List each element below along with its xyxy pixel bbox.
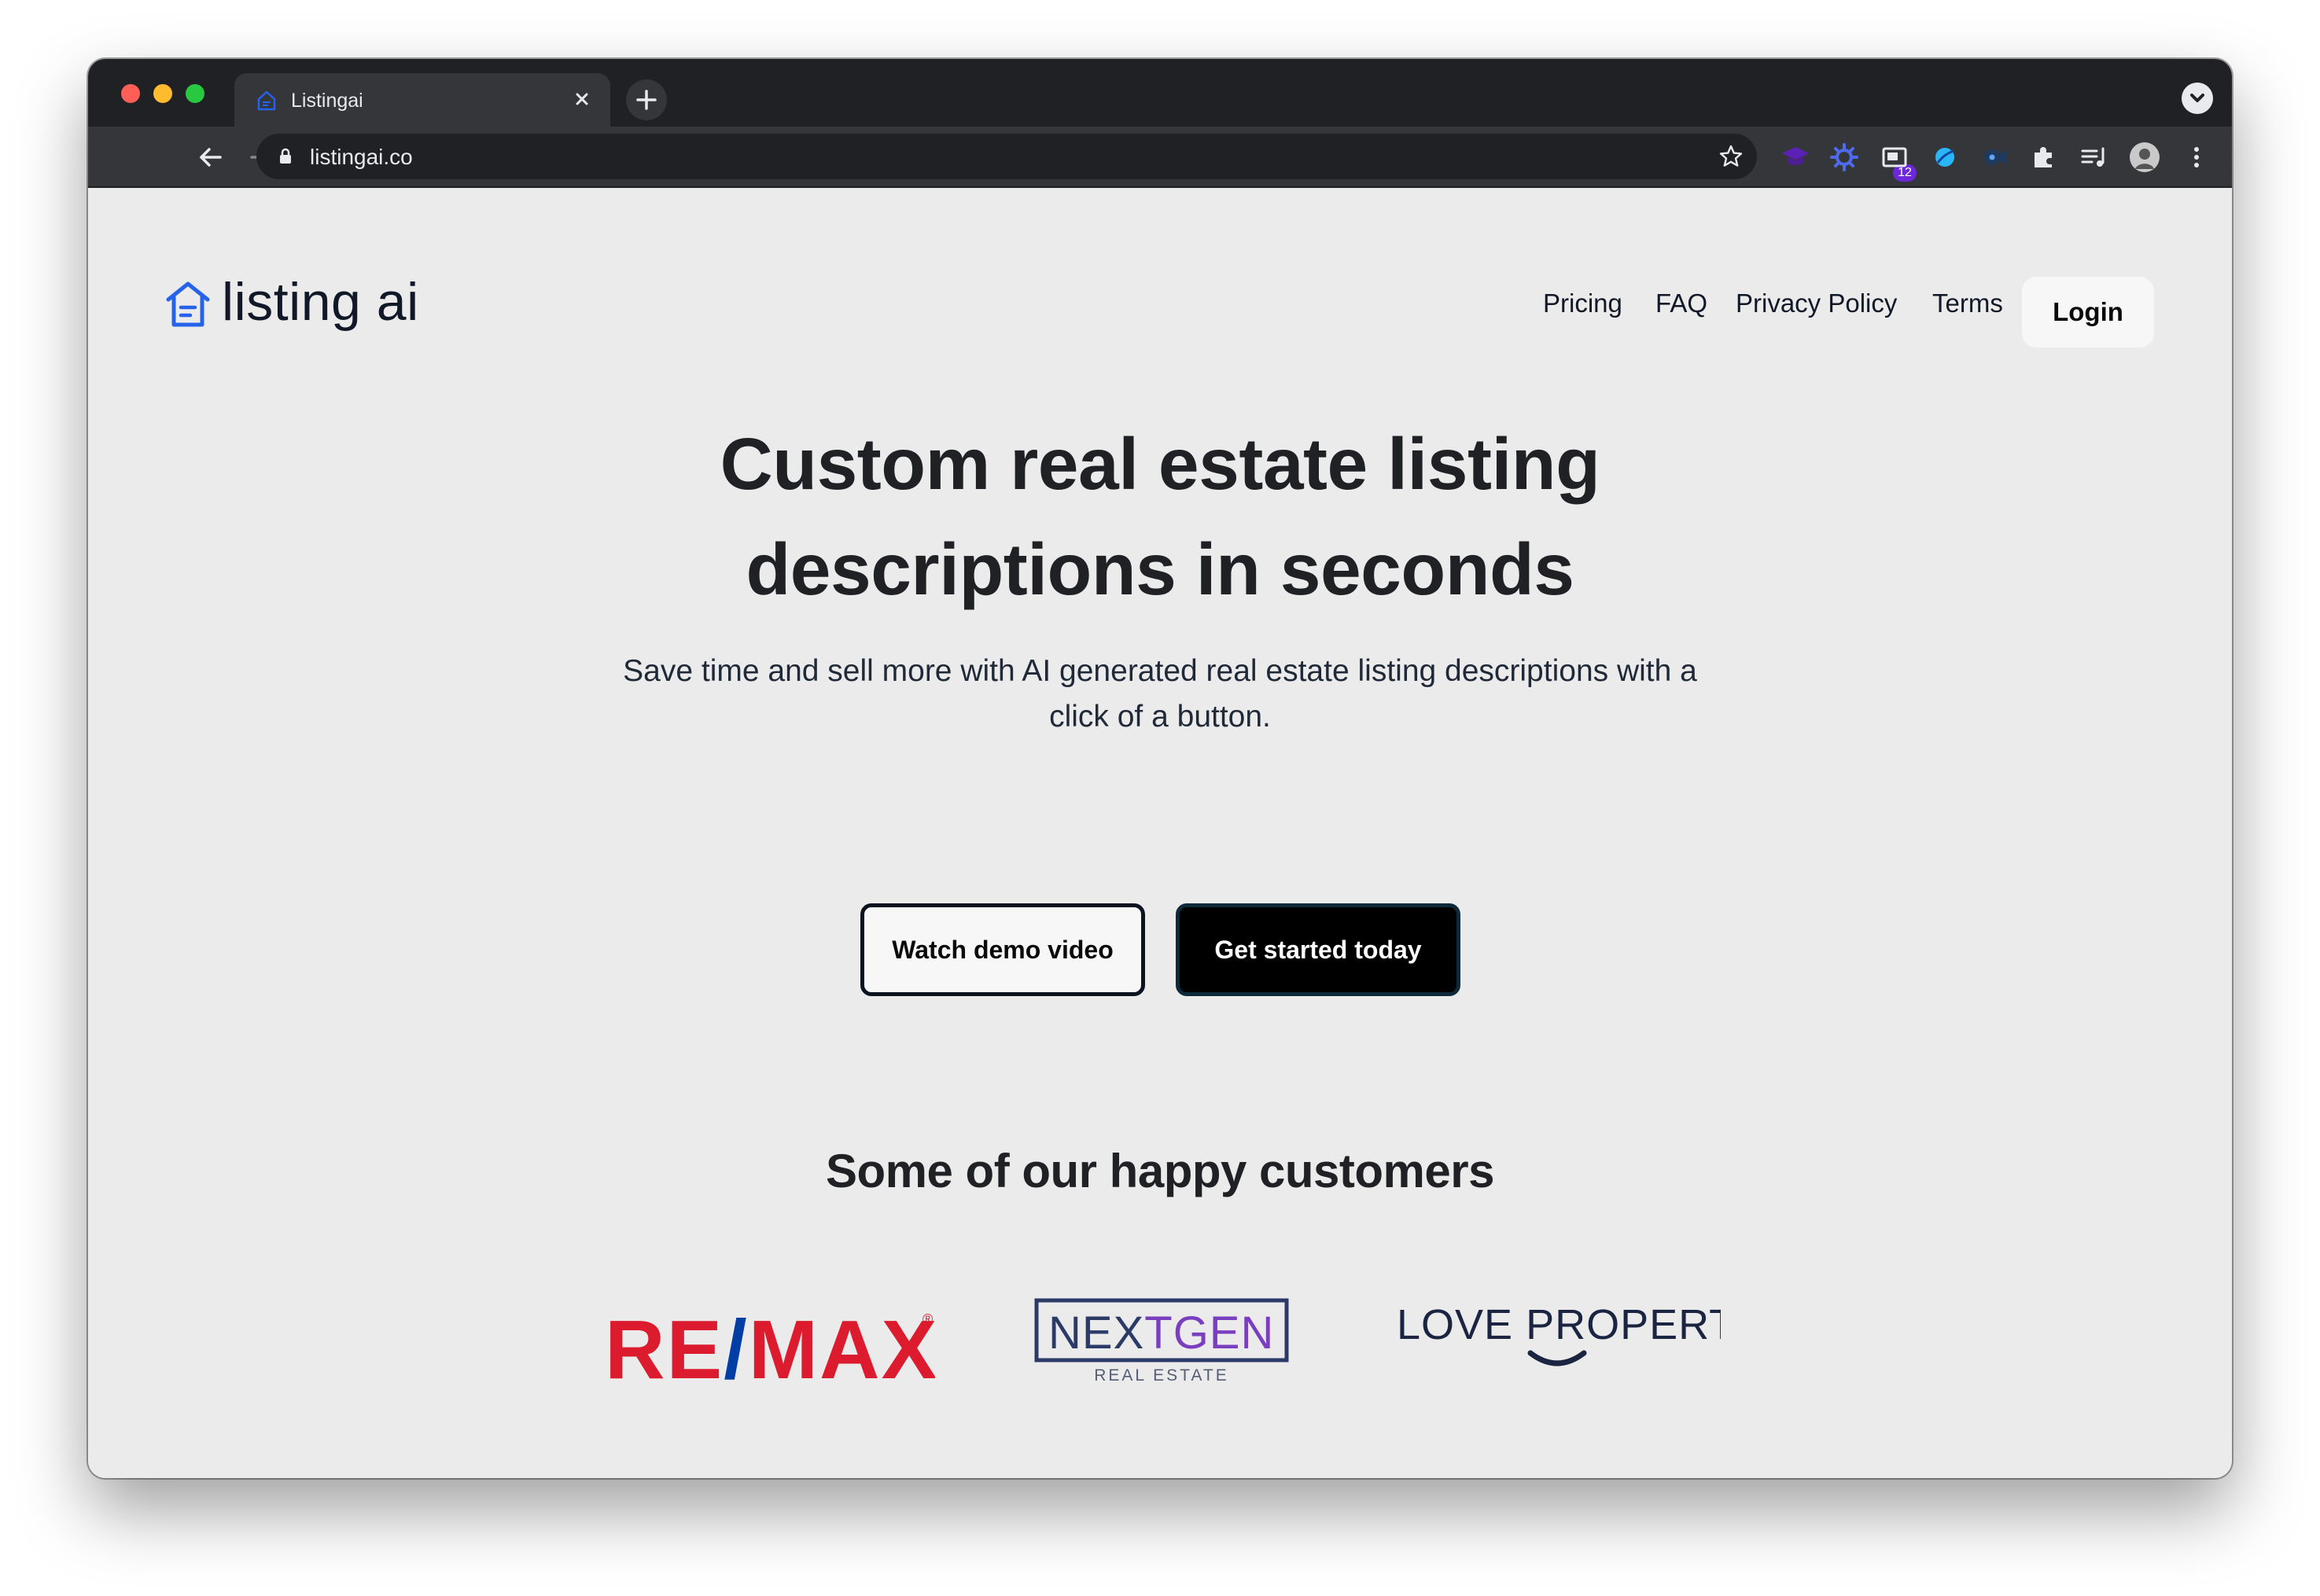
svg-text:NEXTGEN: NEXTGEN [1048, 1307, 1274, 1359]
media-queue-icon[interactable] [2078, 141, 2111, 174]
tab-search-icon[interactable] [2182, 83, 2213, 114]
tab-title: Listingai [291, 90, 363, 112]
love-property-logo: LOVE PROPERTY [1397, 1301, 1721, 1366]
remax-logo: RE/MAX ® [605, 1304, 935, 1390]
new-tab-icon[interactable] [626, 79, 667, 120]
blue-gear-extension-icon[interactable] [1828, 141, 1861, 174]
maximize-window-button[interactable] [186, 84, 204, 103]
nextgen-tagline: REAL ESTATE [1094, 1366, 1228, 1385]
video-recorder-extension-icon[interactable] [1978, 141, 2011, 174]
top-navigation: Pricing FAQ Privacy Policy Terms Login [88, 277, 2232, 348]
browser-window: Listingai listingai.co 12 listing ai Pri… [88, 59, 2232, 1478]
nextgen-logo-part-tgen: TGEN [1144, 1307, 1274, 1359]
nav-link-privacy-policy[interactable]: Privacy Policy [1736, 289, 1897, 318]
minimize-window-button[interactable] [153, 84, 172, 103]
listingai-favicon-icon [257, 90, 276, 111]
registered-mark: ® [922, 1311, 933, 1327]
svg-text:RE/MAX: RE/MAX [605, 1304, 935, 1390]
kebab-menu-icon[interactable] [2180, 141, 2213, 174]
hero-title-line-2: descriptions in seconds [746, 528, 1574, 610]
nextgen-logo-part-x: X [1114, 1307, 1145, 1359]
address-bar[interactable]: listingai.co [256, 134, 1757, 179]
hero-title-line-1: Custom real estate listing [720, 423, 1600, 505]
nav-link-terms[interactable]: Terms [1932, 289, 2003, 318]
bookmark-star-icon[interactable] [1716, 142, 1746, 171]
love-property-wordmark: LOVE PROPERTY [1397, 1301, 1721, 1348]
profile-avatar-icon[interactable] [2128, 141, 2161, 174]
tab-bar: Listingai [88, 59, 2232, 127]
remax-logo-slash: / [724, 1304, 748, 1390]
puzzle-extensions-icon[interactable] [2027, 141, 2060, 174]
hero-subtitle-line-2: click of a button. [1049, 700, 1271, 734]
login-button[interactable]: Login [2022, 277, 2154, 348]
remax-logo-part-max: MAX [749, 1304, 935, 1390]
lock-icon[interactable] [275, 146, 296, 167]
watch-demo-video-button[interactable]: Watch demo video [860, 903, 1145, 996]
get-started-today-button[interactable]: Get started today [1176, 903, 1460, 996]
picture-in-picture-extension-icon[interactable] [1878, 141, 1911, 174]
tab-listingai[interactable]: Listingai [234, 73, 610, 127]
back-arrow-icon[interactable] [193, 140, 228, 175]
remax-logo-part-re: RE [605, 1304, 724, 1390]
close-window-button[interactable] [121, 84, 140, 103]
nextgen-real-estate-logo: NEXTGEN REAL ESTATE [1034, 1298, 1289, 1385]
hero-title: Custom real estate listing descriptions … [88, 411, 2232, 622]
graduation-cap-extension-icon[interactable] [1779, 141, 1812, 174]
nav-link-pricing[interactable]: Pricing [1543, 289, 1622, 318]
browser-toolbar: listingai.co 12 [88, 127, 2232, 188]
url-text[interactable]: listingai.co [310, 145, 413, 170]
page-content: listing ai Pricing FAQ Privacy Policy Te… [88, 189, 2232, 1478]
nextgen-logo-part-ne: NE [1048, 1307, 1114, 1359]
customers-heading: Some of our happy customers [826, 1145, 1495, 1197]
hero-subtitle-line-1: Save time and sell more with AI generate… [623, 654, 1697, 688]
nav-link-faq[interactable]: FAQ [1655, 289, 1707, 318]
hero-subtitle: Save time and sell more with AI generate… [88, 649, 2232, 740]
close-tab-icon[interactable] [568, 85, 596, 113]
blue-leaf-extension-icon[interactable] [1928, 141, 1961, 174]
